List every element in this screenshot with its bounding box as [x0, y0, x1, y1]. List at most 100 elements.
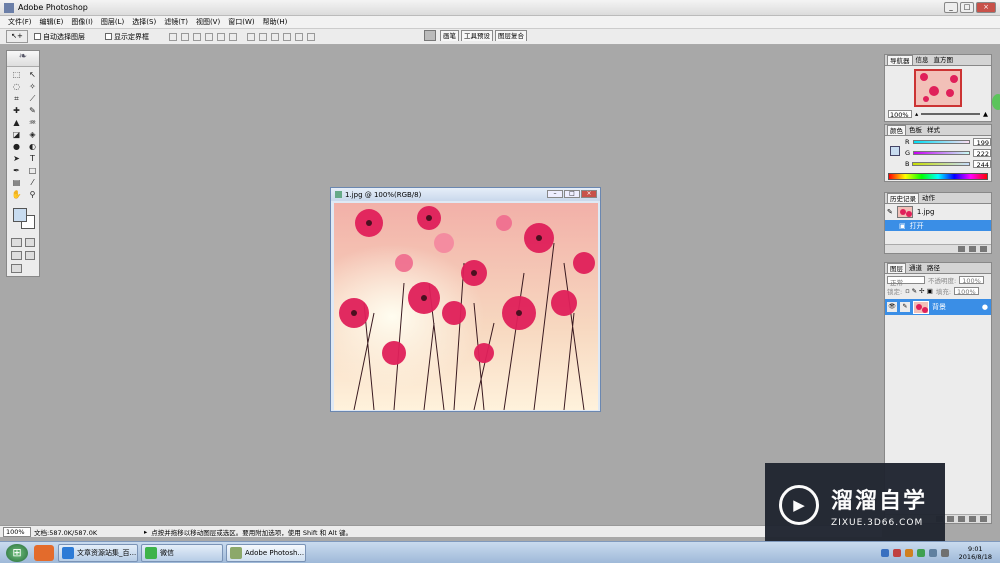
- delete-icon[interactable]: [980, 246, 987, 252]
- show-bounds-checkbox[interactable]: 显示定界框: [105, 32, 149, 42]
- screen-mode-standard[interactable]: [11, 251, 22, 260]
- navigator-zoom-slider[interactable]: [921, 113, 980, 115]
- hand-icon[interactable]: ✋: [11, 190, 22, 199]
- lock-icons[interactable]: ▫ ✎ ✢ ▣: [905, 287, 933, 295]
- standard-mode-button[interactable]: [11, 238, 22, 247]
- align-buttons[interactable]: [169, 32, 237, 41]
- tab-info[interactable]: 信息: [913, 55, 931, 65]
- bucket-icon[interactable]: ◈: [27, 130, 38, 139]
- task-photoshop[interactable]: Adobe Photosh...: [226, 543, 306, 562]
- tab-swatches[interactable]: 色板: [907, 125, 924, 135]
- print-icon[interactable]: [424, 30, 436, 41]
- status-arrow-icon[interactable]: ▸: [144, 528, 147, 536]
- tab-history[interactable]: 历史记录: [887, 193, 919, 203]
- eyedropper-icon[interactable]: ⁄: [27, 178, 38, 187]
- r-slider[interactable]: [912, 139, 970, 144]
- floating-assistant-icon[interactable]: [992, 94, 1000, 110]
- path-select-icon[interactable]: ➤: [11, 154, 22, 163]
- tab-channels[interactable]: 通道: [907, 263, 924, 273]
- task-wechat[interactable]: 微信: [141, 543, 223, 562]
- tab-styles[interactable]: 样式: [925, 125, 942, 135]
- healing-icon[interactable]: ✚: [11, 106, 22, 115]
- color-panel-foreground[interactable]: [890, 146, 900, 156]
- magic-wand-icon[interactable]: ✧: [27, 82, 38, 91]
- new-document-icon[interactable]: [958, 246, 965, 252]
- menu-help[interactable]: 帮助(H): [263, 17, 288, 27]
- quicklaunch-app-icon[interactable]: [34, 544, 54, 561]
- history-step-open[interactable]: ▣ 打开: [885, 220, 991, 231]
- opacity-field[interactable]: 100%: [959, 275, 984, 285]
- b-value[interactable]: 244: [972, 159, 991, 169]
- crop-icon[interactable]: ⌗: [11, 94, 22, 103]
- tray-clock[interactable]: 9:01 2016/8/18: [959, 545, 992, 561]
- menu-filter[interactable]: 滤镜(T): [164, 17, 188, 27]
- quick-mask-button[interactable]: [24, 238, 35, 247]
- menu-layer[interactable]: 图层(L): [101, 17, 124, 27]
- marquee-icon[interactable]: ⬚: [11, 70, 22, 79]
- navigator-thumbnail[interactable]: [914, 69, 962, 107]
- well-tab-tool-presets[interactable]: 工具预设: [461, 30, 493, 41]
- menu-file[interactable]: 文件(F): [8, 17, 32, 27]
- history-brush-icon[interactable]: ♒: [27, 118, 38, 127]
- r-value[interactable]: 199: [972, 137, 991, 147]
- brush-icon[interactable]: ✎: [27, 106, 38, 115]
- lasso-icon[interactable]: ◌: [11, 82, 22, 91]
- doc-maximize-button[interactable]: □: [564, 190, 580, 198]
- eye-icon[interactable]: 👁: [887, 302, 897, 312]
- zoom-in-icon[interactable]: ▲: [983, 110, 988, 118]
- blend-mode-select[interactable]: 正常: [887, 275, 925, 287]
- tab-navigator[interactable]: 导航器: [887, 55, 913, 65]
- layer-row-background[interactable]: 👁 ✎ 背景 ●: [885, 299, 991, 315]
- image-canvas[interactable]: [334, 203, 598, 410]
- history-brush-source-icon[interactable]: ✎: [887, 208, 893, 216]
- well-tab-brushes[interactable]: 画笔: [440, 30, 459, 41]
- color-ramp[interactable]: [888, 173, 988, 180]
- tray-volume-icon[interactable]: [940, 549, 949, 557]
- zoom-icon[interactable]: ⚲: [27, 190, 38, 199]
- doc-minimize-button[interactable]: –: [547, 190, 563, 198]
- tab-histogram[interactable]: 直方图: [931, 55, 955, 65]
- tray-update-icon[interactable]: [904, 549, 913, 557]
- dodge-icon[interactable]: ◐: [27, 142, 38, 151]
- status-zoom-field[interactable]: 100%: [3, 526, 31, 537]
- tab-actions[interactable]: 动作: [920, 193, 937, 203]
- menu-view[interactable]: 视图(V): [196, 17, 220, 27]
- zoom-out-icon[interactable]: ▴: [915, 110, 918, 118]
- new-snapshot-icon[interactable]: [969, 246, 976, 252]
- mask-icon[interactable]: [958, 516, 965, 522]
- menu-image[interactable]: 图像(I): [71, 17, 93, 27]
- move-tool-icon[interactable]: ↖+: [6, 30, 28, 43]
- close-button[interactable]: ×: [976, 2, 996, 13]
- menu-window[interactable]: 窗口(W): [228, 17, 254, 27]
- brush-link-icon[interactable]: ✎: [900, 302, 910, 312]
- jump-to-imageready-button[interactable]: [11, 264, 22, 273]
- menu-select[interactable]: 选择(S): [132, 17, 156, 27]
- new-layer-icon[interactable]: [969, 516, 976, 522]
- g-slider[interactable]: [913, 150, 971, 155]
- distribute-buttons[interactable]: [247, 32, 315, 41]
- tray-shield-icon[interactable]: [880, 549, 889, 557]
- g-value[interactable]: 222: [973, 148, 991, 158]
- tray-network-icon[interactable]: [928, 549, 937, 557]
- layer-style-icon[interactable]: [947, 516, 954, 522]
- foreground-color[interactable]: [13, 208, 27, 222]
- history-snapshot[interactable]: ✎ 1.jpg: [885, 204, 991, 220]
- task-browser[interactable]: 文章资源站集_百...: [58, 543, 138, 562]
- trash-icon[interactable]: [980, 516, 987, 522]
- navigator-zoom-field[interactable]: 100%: [888, 110, 912, 119]
- well-tab-layer-comps[interactable]: 图层复合: [495, 30, 527, 41]
- notes-icon[interactable]: ▤: [11, 178, 22, 187]
- tab-paths[interactable]: 路径: [925, 263, 942, 273]
- move-icon[interactable]: ↖: [27, 70, 38, 79]
- tab-layers[interactable]: 图层: [887, 263, 906, 273]
- tray-wechat-icon[interactable]: [916, 549, 925, 557]
- start-button[interactable]: ⊞: [6, 543, 28, 562]
- menu-edit[interactable]: 编辑(E): [40, 17, 64, 27]
- b-slider[interactable]: [912, 161, 970, 166]
- auto-select-checkbox[interactable]: 自动选择图层: [34, 32, 85, 42]
- maximize-button[interactable]: □: [960, 2, 974, 13]
- blur-icon[interactable]: ●: [11, 142, 22, 151]
- screen-mode-full[interactable]: [24, 251, 35, 260]
- tray-app-icon[interactable]: [892, 549, 901, 557]
- tab-color[interactable]: 颜色: [887, 125, 906, 135]
